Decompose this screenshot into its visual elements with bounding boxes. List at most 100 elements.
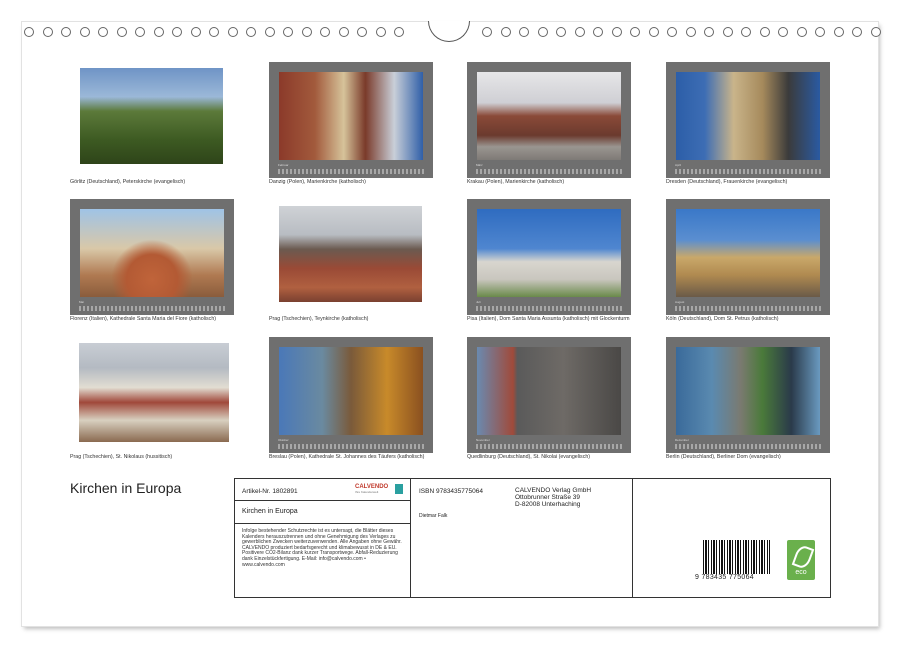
photo-quedlinburg xyxy=(477,347,621,435)
imprint-right: 9 783435 775064 eco xyxy=(633,479,830,597)
month-label: November xyxy=(476,438,490,442)
day-strip xyxy=(675,169,821,174)
photo-danzig xyxy=(279,72,423,160)
binding-ring xyxy=(852,27,862,37)
legal-notice: Infolge bestehender Schutzrechte ist es … xyxy=(242,528,402,568)
day-strip xyxy=(476,444,622,449)
binding-ring xyxy=(227,27,238,37)
binding-ring xyxy=(685,27,696,37)
binding-ring xyxy=(98,27,108,37)
month-label: April xyxy=(675,163,682,167)
divider xyxy=(235,523,410,524)
caption-prag-teyn: Prag (Tschechien), Teynkirche (katholisc… xyxy=(269,316,369,322)
calvendo-flag-icon xyxy=(395,484,403,494)
logo-subtitle: Ihre Kalenderwelt xyxy=(355,490,379,494)
binding-ring xyxy=(172,27,182,37)
photo-berlin xyxy=(676,347,820,435)
publisher-name: CALVENDO Verlag GmbH xyxy=(515,487,592,494)
caption-krakau: Krakau (Polen), Marienkirche (katholisch… xyxy=(467,179,565,185)
photo-prag-nikolaus xyxy=(79,343,229,442)
frame-krakau: März xyxy=(467,62,631,178)
binding-ring xyxy=(394,27,404,37)
binding-ring xyxy=(815,27,825,37)
frame-pisa: Juli xyxy=(467,199,631,315)
binding-ring xyxy=(61,27,71,37)
frame-dresden: April xyxy=(666,62,830,178)
photo-florenz xyxy=(80,209,224,297)
day-strip xyxy=(278,169,424,174)
calvendo-logo: CALVENDO Ihre Kalenderwelt xyxy=(355,484,388,494)
caption-florenz: Florenz (Italien), Kathedrale Santa Mari… xyxy=(70,316,217,322)
binding-ring xyxy=(190,27,201,37)
day-strip xyxy=(476,169,622,174)
photo-pisa xyxy=(477,209,621,297)
caption-quedlinburg: Quedlinburg (Deutschland), St. Nikolai (… xyxy=(467,454,591,460)
imprint-left: Artikel-Nr. 1802891 CALVENDO Ihre Kalend… xyxy=(235,479,411,597)
binding-ring xyxy=(209,27,219,37)
binding-ring xyxy=(357,27,367,37)
day-strip xyxy=(675,444,821,449)
caption-breslau: Breslau (Polen), Kathedrale St. Johannes… xyxy=(269,454,425,460)
photo-koeln xyxy=(676,209,820,297)
author: Dietmar Falk xyxy=(419,513,448,519)
binding-ring xyxy=(833,27,844,37)
binding-ring xyxy=(796,27,807,37)
photo-prag-teyn xyxy=(279,206,422,302)
binding-ring xyxy=(519,27,529,37)
isbn: ISBN 9783435775064 xyxy=(419,488,483,495)
binding-ring xyxy=(246,27,256,37)
publisher-street: Ottobrunner Straße 39 xyxy=(515,494,581,502)
binding-ring xyxy=(667,27,677,37)
eco-leaf-icon: eco xyxy=(787,540,815,580)
binding-ring xyxy=(704,27,714,37)
month-label: März xyxy=(476,163,483,167)
imprint-middle: ISBN 9783435775064 CALVENDO Verlag GmbH … xyxy=(411,479,633,597)
binding-ring xyxy=(482,27,492,37)
frame-breslau: Oktober xyxy=(269,337,433,453)
month-label: Mai xyxy=(79,300,84,304)
binding-ring xyxy=(264,27,275,37)
binding-ring xyxy=(338,27,349,37)
binding-ring xyxy=(722,27,733,37)
caption-dresden: Dresden (Deutschland), Frauenkirche (eva… xyxy=(666,179,788,185)
month-label: Dezember xyxy=(675,438,689,442)
day-strip xyxy=(675,306,821,311)
binding-ring xyxy=(870,27,881,37)
binding-ring xyxy=(648,27,659,37)
frame-florenz: Mai xyxy=(70,199,234,315)
month-label: Februar xyxy=(278,163,289,167)
caption-koeln: Köln (Deutschland), Dom St. Petrus (kath… xyxy=(666,316,779,322)
caption-goerlitz: Görlitz (Deutschland), Peterskirche (eva… xyxy=(70,179,186,185)
binding-ring xyxy=(375,27,386,37)
publisher-address: CALVENDO Verlag GmbH Ottobrunner Straße … xyxy=(515,487,591,509)
binding-ring xyxy=(135,27,145,37)
caption-pisa: Pisa (Italien), Dom Santa Maria Assunta … xyxy=(467,316,630,322)
frame-koeln: August xyxy=(666,199,830,315)
eco-label: eco xyxy=(795,569,807,576)
publisher-city: D-82008 Unterhaching xyxy=(515,501,581,509)
binding-ring xyxy=(24,27,34,37)
day-strip xyxy=(476,306,622,311)
binding-ring xyxy=(116,27,127,37)
month-label: Oktober xyxy=(278,438,289,442)
binding-ring xyxy=(79,27,90,37)
month-label: Juli xyxy=(476,300,481,304)
binding-ring xyxy=(630,27,640,37)
binding-ring xyxy=(611,27,622,37)
binding-ring xyxy=(556,27,566,37)
frame-quedlinburg: November xyxy=(467,337,631,453)
article-number: Artikel-Nr. 1802891 xyxy=(242,488,298,495)
binding-ring xyxy=(283,27,293,37)
calendar-title: Kirchen in Europa xyxy=(70,480,182,496)
binding-ring xyxy=(320,27,330,37)
binding-ring xyxy=(759,27,770,37)
photo-goerlitz xyxy=(80,68,223,164)
frame-danzig: Februar xyxy=(269,62,433,178)
imprint-title: Kirchen in Europa xyxy=(242,508,298,515)
caption-prag-nikolaus: Prag (Tschechien), St. Nikolaus (hussiti… xyxy=(70,454,173,460)
barcode-number: 9 783435 775064 xyxy=(695,574,754,581)
photo-krakau xyxy=(477,72,621,160)
day-strip xyxy=(278,444,424,449)
binding-ring xyxy=(574,27,585,37)
binding-ring xyxy=(500,27,511,37)
